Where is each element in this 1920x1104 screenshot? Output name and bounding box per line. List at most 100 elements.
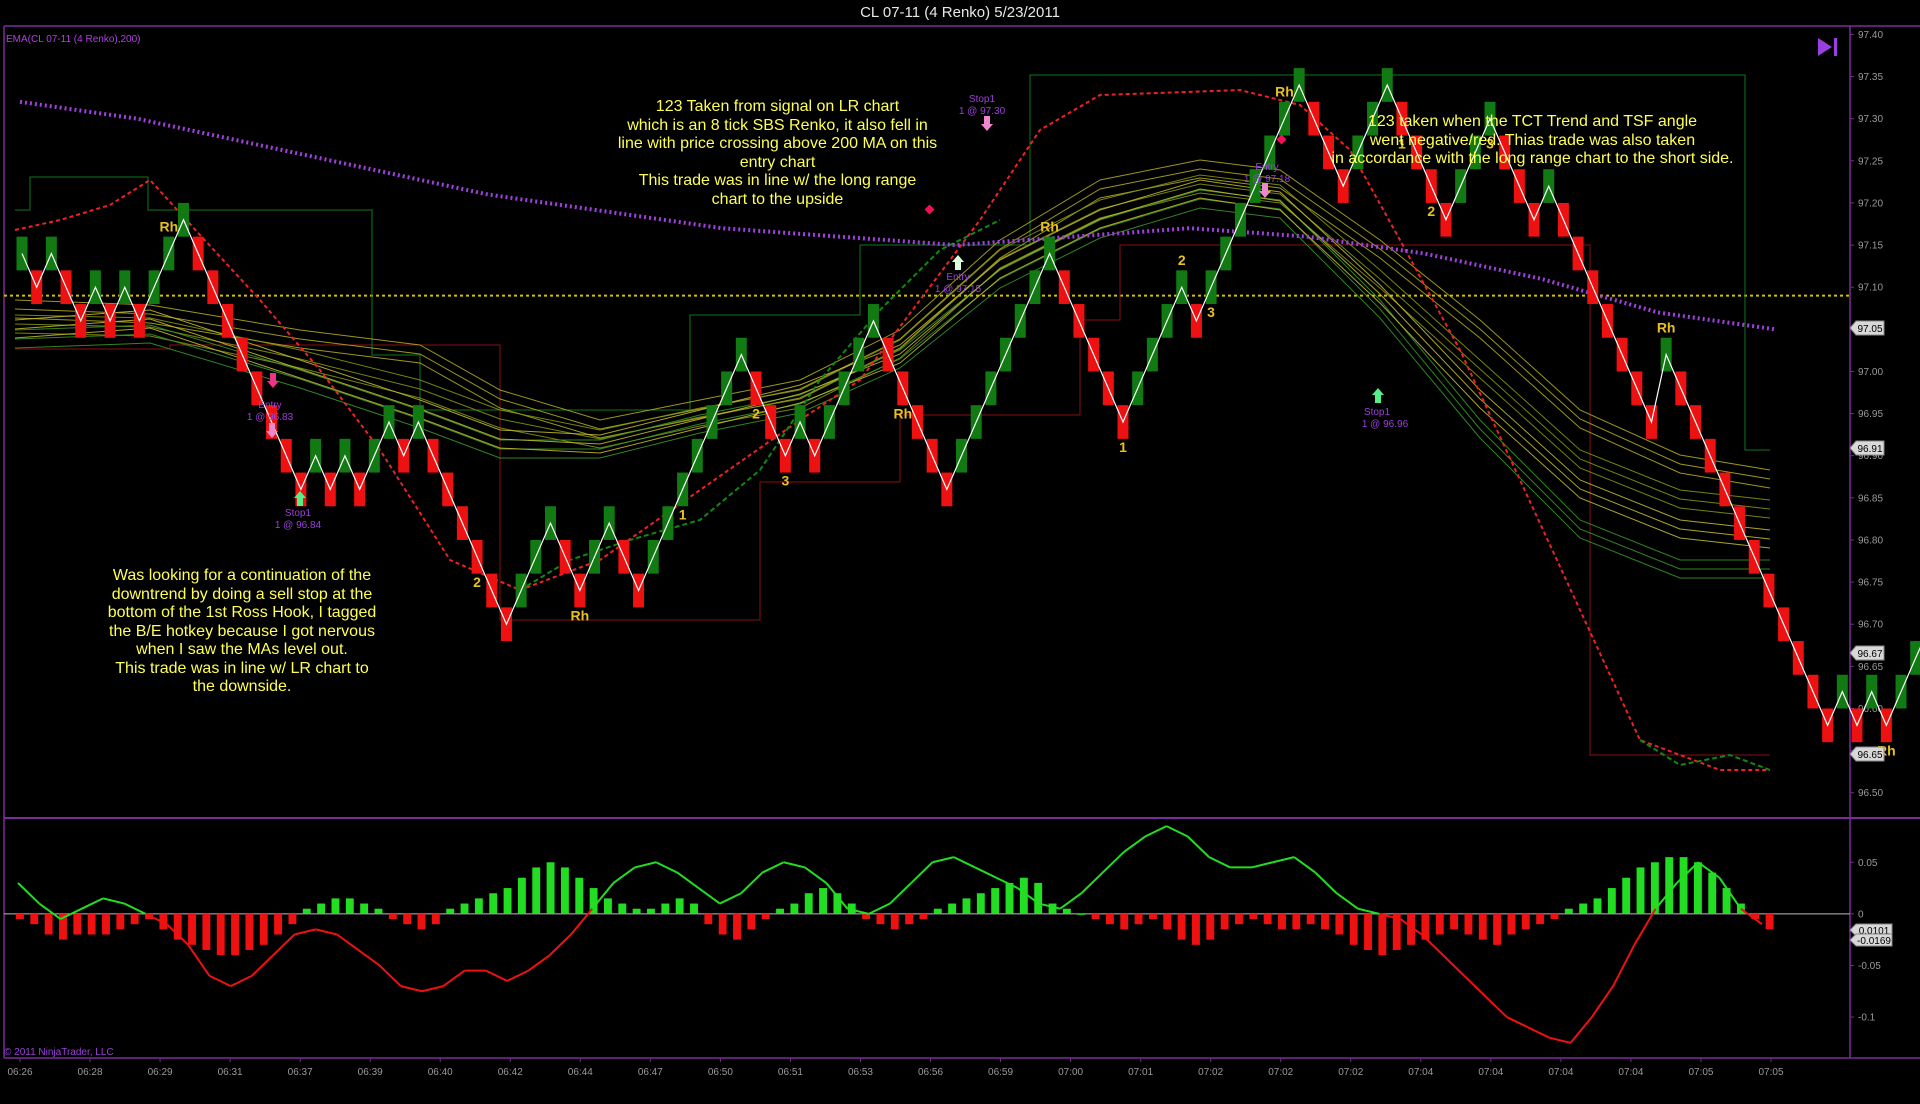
price-badge-label: 96.91 bbox=[1857, 444, 1882, 455]
osc-signal-line bbox=[974, 866, 997, 879]
osc-signal-line bbox=[1251, 861, 1274, 869]
time-tick-label: 07:00 bbox=[1058, 1067, 1083, 1078]
trade-label-entry2: Entry bbox=[946, 272, 969, 283]
osc-bar-positive bbox=[618, 903, 627, 914]
osc-signal-line bbox=[1421, 933, 1444, 956]
osc-bar-positive bbox=[1679, 857, 1688, 914]
osc-bar-positive bbox=[331, 898, 340, 914]
osc-bar-positive bbox=[819, 888, 828, 914]
osc-bar-negative bbox=[44, 913, 53, 935]
osc-signal-line bbox=[1612, 944, 1636, 987]
price-tick-label: 97.30 bbox=[1858, 114, 1883, 125]
annotation-middle: 123 Taken from signal on LR chart which … bbox=[617, 98, 938, 208]
annotation-right: 123 taken when the TCT Trend and TSF ang… bbox=[1331, 113, 1734, 167]
time-tick-label: 06:37 bbox=[288, 1067, 313, 1078]
diamond-marker-icon bbox=[1276, 134, 1287, 145]
osc-signal-line bbox=[676, 871, 700, 889]
osc-bar-negative bbox=[1091, 913, 1100, 920]
price-tick-label: 96.50 bbox=[1858, 788, 1883, 799]
osc-tick-label: 0.05 bbox=[1858, 858, 1878, 869]
osc-bar-negative bbox=[876, 913, 885, 925]
time-tick-label: 07:04 bbox=[1478, 1067, 1503, 1078]
osc-signal-line bbox=[1591, 985, 1614, 1018]
osc-bar-positive bbox=[560, 867, 569, 914]
osc-bar-positive bbox=[1034, 882, 1043, 914]
pattern-marker-3: 3 bbox=[1207, 304, 1215, 320]
osc-bar-negative bbox=[202, 913, 211, 950]
osc-bar-positive bbox=[1622, 877, 1631, 914]
trade-label-stop1_fill: 1 @ 96.84 bbox=[275, 520, 322, 531]
osc-bar-positive bbox=[1062, 908, 1071, 914]
osc-signal-line bbox=[612, 866, 636, 884]
osc-bar-negative bbox=[116, 913, 125, 930]
osc-signal-line bbox=[1208, 856, 1231, 869]
osc-bar-negative bbox=[1306, 913, 1315, 925]
osc-signal-line bbox=[1101, 851, 1125, 874]
osc-bar-positive bbox=[575, 877, 584, 914]
osc-signal-line bbox=[251, 954, 274, 977]
osc-bar-negative bbox=[274, 913, 283, 935]
copyright-label: © 2011 NinjaTrader, LLC bbox=[4, 1047, 114, 1058]
up-brick bbox=[16, 236, 28, 271]
osc-bar-negative bbox=[1378, 913, 1387, 956]
osc-signal-line bbox=[1314, 871, 1338, 894]
price-tick-label: 97.15 bbox=[1858, 241, 1883, 252]
osc-signal-line bbox=[761, 861, 785, 874]
osc-signal-line bbox=[357, 949, 381, 967]
osc-bar-negative bbox=[1521, 913, 1530, 930]
osc-bar-positive bbox=[1636, 867, 1645, 914]
osc-bar-positive bbox=[991, 888, 1000, 914]
time-tick-label: 07:04 bbox=[1408, 1067, 1433, 1078]
osc-bar-negative bbox=[16, 913, 24, 920]
osc-signal-line bbox=[442, 969, 466, 987]
ma-ribbon-line bbox=[14, 197, 1771, 549]
trade-label-entry1: Entry bbox=[258, 400, 281, 411]
osc-bar-negative bbox=[73, 913, 82, 935]
osc-bar-positive bbox=[1579, 903, 1588, 914]
osc-bar-negative bbox=[1105, 913, 1114, 925]
pattern-marker-rh: Rh bbox=[1275, 84, 1294, 100]
osc-bar-negative bbox=[704, 913, 713, 925]
osc-bar-positive bbox=[302, 908, 311, 914]
osc-signal-line bbox=[1569, 1016, 1593, 1044]
price-tick-label: 97.20 bbox=[1858, 198, 1883, 209]
osc-bar-negative bbox=[1321, 913, 1329, 930]
osc-signal-line bbox=[1144, 825, 1167, 838]
price-tick-label: 96.95 bbox=[1858, 409, 1883, 420]
osc-tick-label: -0.05 bbox=[1858, 961, 1881, 972]
osc-signal-line bbox=[1442, 954, 1465, 977]
osc-bar-negative bbox=[1450, 913, 1459, 930]
price-tick-label: 97.35 bbox=[1858, 72, 1883, 83]
osc-bar-negative bbox=[403, 913, 412, 925]
osc-bar-positive bbox=[1005, 882, 1014, 914]
osc-tick-label: -0.1 bbox=[1858, 1013, 1876, 1024]
osc-signal-line bbox=[17, 882, 40, 905]
osc-bar-positive bbox=[976, 893, 985, 914]
trade-label-stop3_fill: 1 @ 96.96 bbox=[1362, 419, 1409, 430]
pattern-marker-1: 1 bbox=[1119, 439, 1127, 455]
osc-bar-positive bbox=[1665, 857, 1674, 914]
osc-signal-line bbox=[1272, 856, 1295, 864]
osc-signal-line bbox=[804, 866, 827, 884]
osc-bar-positive bbox=[1607, 888, 1616, 914]
osc-signal-line bbox=[868, 902, 891, 915]
osc-bar-positive bbox=[517, 877, 526, 914]
osc-signal-line bbox=[655, 861, 678, 874]
osc-bar-positive bbox=[661, 903, 670, 914]
trade-label-stop3: Stop1 bbox=[1364, 407, 1391, 418]
osc-bar-negative bbox=[1249, 913, 1258, 920]
osc-bar-negative bbox=[1235, 913, 1243, 925]
osc-bar-negative bbox=[288, 913, 297, 925]
osc-bar-positive bbox=[1077, 913, 1086, 915]
osc-bar-positive bbox=[317, 903, 326, 914]
osc-bar-negative bbox=[1120, 913, 1129, 930]
time-tick-label: 06:59 bbox=[988, 1067, 1013, 1078]
osc-bar-negative bbox=[431, 913, 440, 925]
time-tick-label: 06:40 bbox=[428, 1067, 453, 1078]
time-tick-label: 06:39 bbox=[358, 1067, 383, 1078]
time-tick-label: 06:31 bbox=[218, 1067, 243, 1078]
time-tick-label: 07:05 bbox=[1688, 1067, 1713, 1078]
osc-signal-line bbox=[485, 969, 508, 982]
osc-bar-negative bbox=[102, 913, 110, 935]
osc-signal-line bbox=[1187, 835, 1210, 858]
